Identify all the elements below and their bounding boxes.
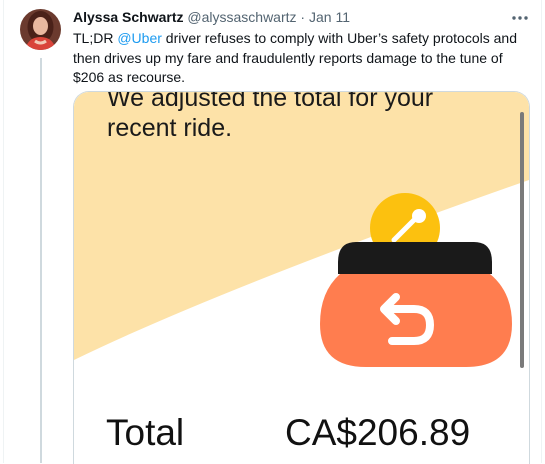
tweet-date[interactable]: Jan 11 <box>309 9 350 25</box>
thread-connector-line <box>40 58 42 463</box>
author-handle[interactable]: @alyssaschwartz <box>187 9 296 25</box>
timeline-border-left <box>3 0 4 463</box>
tweet-text: TL;DR @Uber driver refuses to comply wit… <box>73 29 533 88</box>
total-label: Total <box>106 412 185 453</box>
header-separator: · <box>300 9 306 25</box>
receipt-banner-graphic <box>74 92 529 464</box>
more-options-button[interactable] <box>510 8 530 27</box>
wallet-clasp-icon <box>338 242 492 274</box>
receipt-heading-line2: recent ride. <box>107 114 233 142</box>
tweet-header: Alyssa Schwartz @alyssaschwartz · Jan 11 <box>73 8 350 27</box>
avatar-image <box>20 9 61 50</box>
receipt-heading: We adjusted the total for your recent ri… <box>107 91 507 143</box>
media-scrollbar <box>520 112 524 368</box>
timeline-border-right <box>541 0 542 463</box>
wallet-icon <box>320 274 512 367</box>
more-horizontal-icon <box>512 15 528 20</box>
receipt-heading-line1: We adjusted the total for your <box>107 91 434 112</box>
total-amount: CA$206.89 <box>285 412 471 453</box>
tweet-media-image[interactable]: We adjusted the total for your recent ri… <box>73 91 530 464</box>
mention-link[interactable]: @Uber <box>117 30 162 46</box>
avatar[interactable] <box>20 9 61 50</box>
tweet-text-prefix: TL;DR <box>73 30 118 46</box>
author-display-name[interactable]: Alyssa Schwartz <box>73 9 184 25</box>
